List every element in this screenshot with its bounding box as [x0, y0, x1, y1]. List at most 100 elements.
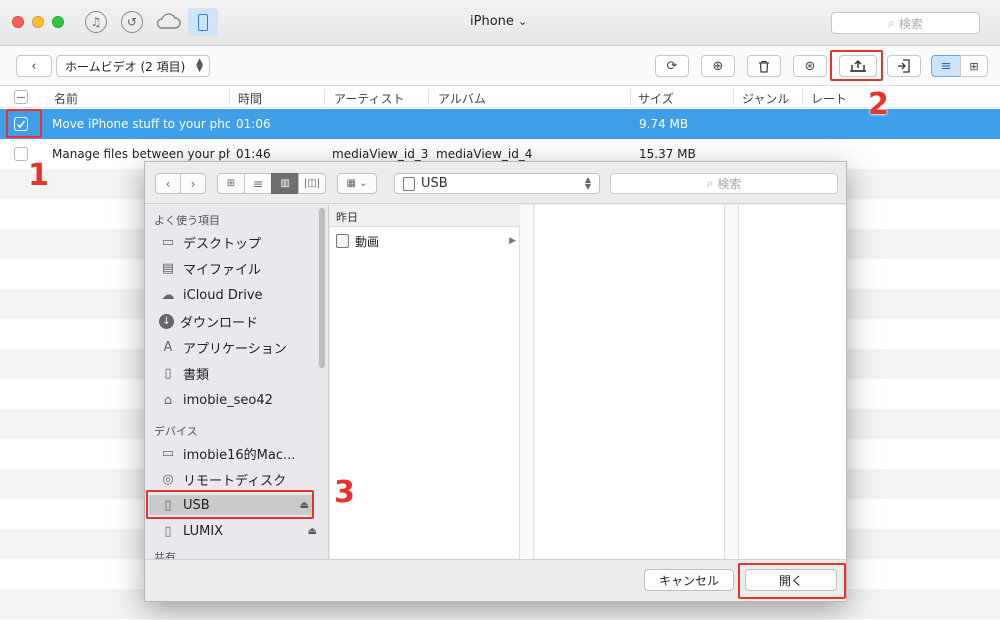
- row-size: 15.37 MB: [639, 147, 696, 161]
- grid-view-button[interactable]: ⊞: [960, 55, 988, 77]
- import-button[interactable]: [887, 55, 921, 77]
- download-icon: ↓: [159, 313, 174, 329]
- column-header-time[interactable]: 時間: [238, 90, 262, 107]
- coverflow-view-button[interactable]: |◫|: [298, 173, 326, 194]
- column-header-rating[interactable]: レート: [811, 90, 847, 107]
- callout-step-3: 3: [334, 475, 355, 510]
- to-itunes-button[interactable]: ⊛: [793, 55, 827, 77]
- row-name: Manage files between your ph...: [52, 147, 230, 161]
- sidebar-item-mac[interactable]: ▭ imobie16的Mac...: [159, 443, 321, 463]
- my-files-icon: ▤: [161, 260, 175, 276]
- cancel-button[interactable]: キャンセル: [644, 569, 734, 591]
- column-resizer[interactable]: [725, 205, 739, 559]
- category-select[interactable]: ホームビデオ (2 項目) ▲ ▼: [56, 55, 210, 77]
- table-header: 名前 時間 アーティスト アルバム サイズ ジャンル レート: [0, 86, 1000, 108]
- highlight-export-button: [830, 50, 883, 81]
- select-all-checkbox[interactable]: [14, 90, 28, 104]
- search-input[interactable]: ⌕ 検索: [831, 12, 980, 34]
- column-resizer[interactable]: [520, 205, 534, 559]
- devices-header: デバイス: [154, 425, 198, 438]
- home-icon: ⌂: [163, 392, 173, 408]
- applications-icon: A: [163, 339, 173, 355]
- row-name: Move iPhone stuff to your pho...: [52, 117, 230, 131]
- browser-column-1: 昨日 動画 ▶: [330, 205, 520, 559]
- zoom-window-button[interactable]: [52, 16, 64, 28]
- folder-item[interactable]: 動画 ▶: [336, 232, 516, 250]
- column-view-icon: ▥: [280, 178, 290, 189]
- sidebar-item-icloud-drive[interactable]: ☁ iCloud Drive: [159, 285, 321, 305]
- icon-view-button[interactable]: ⊞: [217, 173, 245, 194]
- dialog-forward-button[interactable]: ›: [180, 173, 206, 194]
- sidebar-item-lumix[interactable]: ▯ LUMIX ⏏: [159, 521, 321, 541]
- callout-step-1: 1: [28, 158, 49, 193]
- disc-icon: ◎: [162, 471, 174, 487]
- list-view-button[interactable]: ≡: [931, 55, 961, 77]
- sidebar-item-remote-disc[interactable]: ◎ リモートディスク: [159, 469, 321, 489]
- dialog-search-input[interactable]: ⌕ 検索: [610, 173, 838, 194]
- icon-view-icon: ⊞: [226, 178, 236, 189]
- list-view-icon: ≡: [252, 176, 264, 191]
- add-button[interactable]: ⊕: [701, 55, 735, 77]
- column-header-name[interactable]: 名前: [54, 90, 78, 107]
- minimize-window-button[interactable]: [32, 16, 44, 28]
- sidebar-item-desktop[interactable]: ▭ デスクトップ: [159, 232, 321, 252]
- cloud-icon: ☁: [161, 287, 175, 303]
- list-view-icon: ≡: [940, 58, 952, 74]
- row-checkbox[interactable]: [14, 147, 28, 161]
- column-view-button[interactable]: ▥: [271, 173, 299, 194]
- updown-chevron-icon: ▲ ▼: [584, 175, 591, 191]
- arrange-icon: ▦ ⌄: [346, 178, 368, 189]
- callout-step-2: 2: [868, 87, 889, 122]
- row-time: 01:06: [236, 117, 271, 131]
- trash-icon: [759, 60, 769, 73]
- sidebar-item-applications[interactable]: A アプリケーション: [159, 337, 321, 357]
- backup-icon[interactable]: ↺: [121, 11, 143, 33]
- sidebar-item-documents[interactable]: ▯ 書類: [159, 363, 321, 383]
- sidebar-item-downloads[interactable]: ↓ ダウンロード: [159, 311, 321, 331]
- back-button[interactable]: ‹: [16, 55, 52, 77]
- documents-icon: ▯: [164, 365, 172, 381]
- arrange-button[interactable]: ▦ ⌄: [337, 173, 377, 194]
- dialog-toolbar: ‹ › ⊞ ≡ ▥ |◫| ▦ ⌄ USB ▲ ▼ ⌕ 検索: [145, 162, 846, 204]
- eject-icon[interactable]: ⏏: [308, 526, 317, 537]
- drive-icon: [403, 176, 415, 191]
- highlight-open-button: [738, 563, 846, 599]
- desktop-icon: ▭: [161, 234, 175, 250]
- grid-view-icon: ⊞: [969, 59, 979, 73]
- refresh-button[interactable]: ⟳: [655, 55, 689, 77]
- location-select[interactable]: USB ▲ ▼: [394, 173, 600, 194]
- search-icon: ⌕: [888, 15, 895, 30]
- title-bar: ♫ ↺ iPhone ⌄ ⌕ 検索: [0, 0, 1000, 46]
- icloud-icon[interactable]: [155, 12, 181, 33]
- favorites-header: よく使う項目: [154, 214, 220, 227]
- folder-icon: [336, 234, 349, 248]
- chevron-right-icon: ▶: [509, 236, 516, 246]
- sidebar-item-home[interactable]: ⌂ imobie_seo42: [159, 390, 321, 410]
- itunes-icon[interactable]: ♫: [85, 11, 107, 33]
- drive-icon: ▯: [164, 523, 172, 539]
- table-row[interactable]: Move iPhone stuff to your pho... 01:06 9…: [0, 109, 1000, 139]
- open-dialog: ‹ › ⊞ ≡ ▥ |◫| ▦ ⌄ USB ▲ ▼ ⌕ 検索 よく使う項目 ▭ デスク…: [144, 161, 847, 602]
- close-window-button[interactable]: [12, 16, 24, 28]
- highlight-usb-item: [146, 490, 314, 519]
- sidebar-scrollbar[interactable]: [319, 208, 325, 368]
- sidebar-item-my-files[interactable]: ▤ マイファイル: [159, 258, 321, 278]
- column-header-size[interactable]: サイズ: [638, 90, 674, 107]
- browser-column-2: [535, 205, 725, 559]
- column-header-artist[interactable]: アーティスト: [334, 90, 405, 107]
- updown-chevron-icon: ▲ ▼: [196, 57, 203, 74]
- list-view-button[interactable]: ≡: [244, 173, 272, 194]
- iphone-device-icon[interactable]: [188, 8, 218, 36]
- highlight-checkbox: [6, 109, 42, 138]
- column-header-genre[interactable]: ジャンル: [742, 90, 789, 107]
- row-size: 9.74 MB: [639, 117, 689, 131]
- dialog-back-button[interactable]: ‹: [155, 173, 181, 194]
- import-icon: [898, 59, 910, 73]
- device-title[interactable]: iPhone ⌄: [470, 14, 527, 29]
- search-icon: ⌕: [706, 176, 714, 190]
- delete-button[interactable]: [747, 55, 781, 77]
- row-artist: mediaView_id_3: [332, 147, 429, 161]
- row-time: 01:46: [236, 147, 271, 161]
- column-header-album[interactable]: アルバム: [438, 90, 486, 107]
- coverflow-icon: |◫|: [303, 178, 321, 189]
